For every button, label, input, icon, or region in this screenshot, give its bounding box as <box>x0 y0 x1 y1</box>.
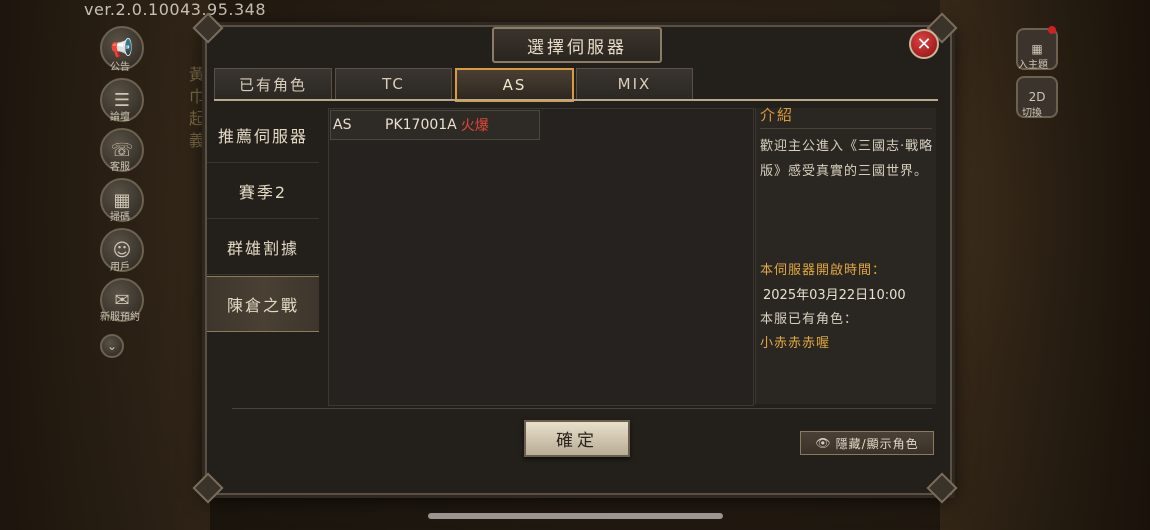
reserve-label: 新服預約 <box>100 312 140 323</box>
menu-item-recommended[interactable]: 推薦伺服器 <box>207 108 319 163</box>
expand-button[interactable]: ⌄ <box>100 334 124 358</box>
background-vertical-text: 黃巾起義 <box>186 66 205 154</box>
open-time-value: 2025年03月22日10:00 <box>763 288 906 303</box>
dialog-title: 選擇伺服器 <box>492 27 662 63</box>
menu-item-chencang[interactable]: 陳倉之戰 <box>207 276 319 332</box>
info-divider <box>760 128 932 129</box>
close-button[interactable]: ✕ <box>909 29 939 59</box>
notification-dot <box>1048 26 1056 34</box>
character-name: 小赤赤赤喔 <box>760 336 831 351</box>
open-time-label: 本伺服器開啟時間： <box>760 263 887 278</box>
toggle-characters-label: 隱藏/顯示角色 <box>835 436 919 451</box>
info-title: 介紹 <box>760 106 795 124</box>
megaphone-icon: 📢 <box>110 37 134 59</box>
server-status: 火爆 <box>460 118 489 134</box>
theme-label: 入主題 <box>1018 60 1048 71</box>
server-row[interactable]: AS PK17001A 火爆 <box>330 110 540 140</box>
tab-as[interactable]: AS <box>455 68 574 102</box>
view-switch-label: 切換 <box>1022 108 1042 119</box>
grid-icon: ▦ <box>1031 42 1043 56</box>
tab-existing-characters[interactable]: 已有角色 <box>214 68 332 100</box>
characters-label: 本服已有角色： <box>760 312 859 327</box>
tab-mix[interactable]: MIX <box>576 68 693 100</box>
tab-tc[interactable]: TC <box>335 68 452 100</box>
confirm-button[interactable]: 確定 <box>524 420 630 457</box>
chevron-down-icon: ⌄ <box>106 339 118 353</box>
user-label: 用戶 <box>110 262 130 273</box>
server-region: AS <box>333 117 352 133</box>
service-label: 客服 <box>110 162 130 173</box>
server-list <box>328 108 754 406</box>
eye-icon: 👁 <box>815 436 832 450</box>
server-name: PK17001A <box>385 117 457 133</box>
menu-item-season2[interactable]: 賽季2 <box>207 164 319 219</box>
close-icon: ✕ <box>916 33 932 55</box>
2d-3d-icon: 2D <box>1028 90 1046 104</box>
toggle-characters-button[interactable]: 👁 隱藏/顯示角色 <box>800 431 934 455</box>
forum-label: 論壇 <box>110 112 130 123</box>
tab-underline <box>214 99 938 101</box>
menu-item-warlords[interactable]: 群雄割據 <box>207 220 319 275</box>
announcement-label: 公告 <box>110 62 130 73</box>
scan-label: 掃碼 <box>110 212 130 223</box>
bottom-divider <box>232 408 932 409</box>
home-indicator[interactable] <box>428 513 723 519</box>
info-description: 歡迎主公進入《三國志·戰略版》感受真實的三國世界。 <box>760 139 934 179</box>
version-label: ver.2.0.10043.95.348 <box>84 0 267 19</box>
